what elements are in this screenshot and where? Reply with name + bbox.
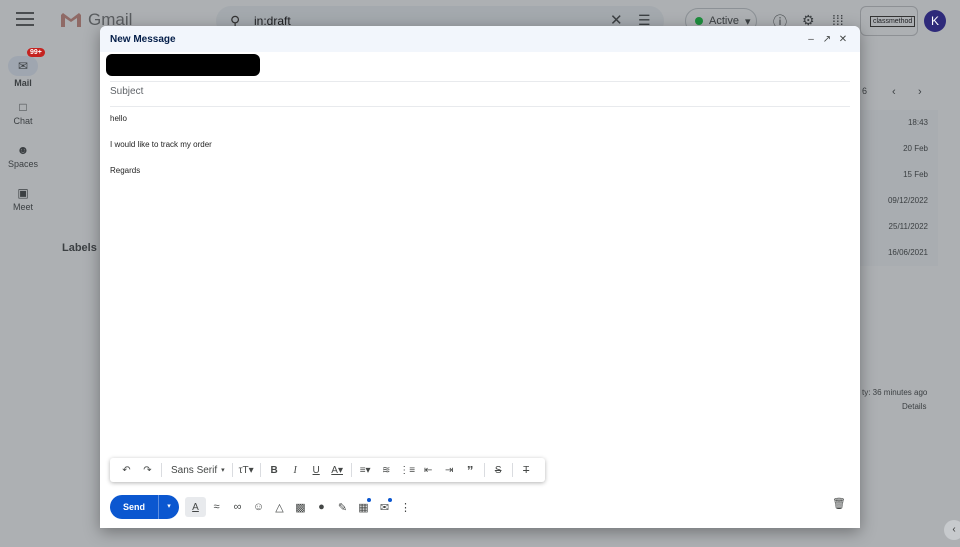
send-button-group: Send ▾ [110,495,179,519]
status-dot-icon [695,17,703,25]
close-icon[interactable]: ✕ [836,34,850,45]
italic-icon[interactable]: I [285,460,306,480]
compose-actions: Send ▾ A ≈ ∞ ☺ △ ▩ ● ✎ ▦ ✉ ⋮ 🗑 [110,495,850,519]
formatting-options-icon[interactable]: A [185,497,206,517]
numbered-list-icon[interactable]: ≋ [376,460,397,480]
divider [511,463,513,477]
bulleted-list-icon[interactable]: ⋮≡ [397,460,418,480]
rail-label-meet: Meet [12,202,33,212]
underline-icon[interactable]: U [306,460,327,480]
send-button[interactable]: Send [110,495,158,519]
insert-link-icon[interactable]: ∞ [227,497,248,517]
text-color-icon[interactable]: A▾ [327,460,348,480]
mail-merge-icon[interactable]: ✉ [374,497,395,517]
drive-icon[interactable]: △ [269,497,290,517]
last-activity-text: ty: 36 minutes ago [862,388,928,397]
undo-icon[interactable]: ↶ [116,460,137,480]
rail-item-spaces[interactable]: ☻ Spaces [0,143,46,169]
chevron-right-icon[interactable]: › [918,86,922,98]
compose-title: New Message [110,33,176,45]
confidential-mode-icon[interactable]: ● [311,497,332,517]
chat-icon: □ [19,100,27,114]
recipients-field[interactable] [106,54,850,82]
divider [259,463,261,477]
pagination-text: 6 [862,86,868,96]
indent-less-icon[interactable]: ⇤ [418,460,439,480]
minimize-icon[interactable]: – [804,34,818,45]
attach-file-icon[interactable]: ≈ [206,497,227,517]
rail-label-chat: Chat [13,116,33,126]
table-row[interactable]: 25/11/2022 [860,214,938,240]
spaces-icon: ☻ [16,143,30,157]
redacted-recipient [106,54,260,76]
rail-label-spaces: Spaces [7,159,39,169]
body-line: hello [110,114,127,123]
redo-icon[interactable]: ↷ [137,460,158,480]
divider [350,463,352,477]
send-options-icon[interactable]: ▾ [158,495,179,519]
email-list-dates: 18:43 20 Feb 15 Feb 09/12/2022 25/11/202… [860,110,938,266]
new-indicator-icon [367,498,371,502]
indent-more-icon[interactable]: ⇥ [439,460,460,480]
compose-header[interactable]: New Message – ↗ ✕ [100,26,860,52]
table-row[interactable]: 18:43 [860,110,938,136]
gmail-m-icon [61,13,81,27]
trash-icon[interactable]: 🗑 [832,497,846,510]
divider [483,463,485,477]
rail-item-meet[interactable]: ▣ Meet [0,186,46,212]
subject-input[interactable] [110,86,830,97]
new-indicator-icon [388,498,392,502]
chevron-left-icon[interactable]: ‹ [892,86,896,98]
layouts-icon[interactable]: ▦ [353,497,374,517]
details-link[interactable]: Details [902,402,926,411]
chevron-down-icon[interactable]: ▾ [221,466,225,474]
strikethrough-icon[interactable]: S [488,460,509,480]
rail-item-chat[interactable]: □ Chat [0,100,46,126]
table-row[interactable]: 20 Feb [860,136,938,162]
table-row[interactable]: 16/06/2021 [860,240,938,266]
divider [231,463,233,477]
body-line: Regards [110,166,141,175]
bold-icon[interactable]: B [264,460,285,480]
organization-badge[interactable]: classmethod [860,6,918,36]
video-camera-icon: ▣ [17,186,29,200]
unread-badge: 99+ [27,48,45,57]
insert-photo-icon[interactable]: ▩ [290,497,311,517]
avatar[interactable]: K [924,10,946,32]
emoji-icon[interactable]: ☺ [248,497,269,517]
table-row[interactable]: 09/12/2022 [860,188,938,214]
body-line: I would like to track my order [110,140,212,149]
divider [161,463,162,477]
rail-label-mail: Mail [14,78,32,88]
organization-label: classmethod [870,16,916,27]
compose-window: New Message – ↗ ✕ hello I would like to … [100,26,860,528]
side-panel-toggle-icon[interactable]: ‹ [944,520,960,540]
mail-icon: ✉ 99+ [8,48,45,76]
fullscreen-icon[interactable]: ↗ [820,34,834,45]
align-icon[interactable]: ≡▾ [355,460,376,480]
formatting-toolbar: ↶ ↷ Sans Serif ▾ τT▾ B I U A▾ ≡▾ ≋ ⋮≡ ⇤ … [110,458,545,482]
remove-formatting-icon[interactable]: T [516,460,537,480]
signature-icon[interactable]: ✎ [332,497,353,517]
font-family-select[interactable]: Sans Serif [165,465,221,476]
labels-heading: Labels [62,242,97,254]
quote-icon[interactable]: ” [460,460,481,480]
font-size-icon[interactable]: τT▾ [236,460,257,480]
more-options-icon[interactable]: ⋮ [395,497,416,517]
subject-row [110,82,850,107]
rail-item-mail[interactable]: ✉ 99+ Mail [0,48,46,88]
main-menu-icon[interactable] [16,12,34,26]
table-row[interactable]: 15 Feb [860,162,938,188]
